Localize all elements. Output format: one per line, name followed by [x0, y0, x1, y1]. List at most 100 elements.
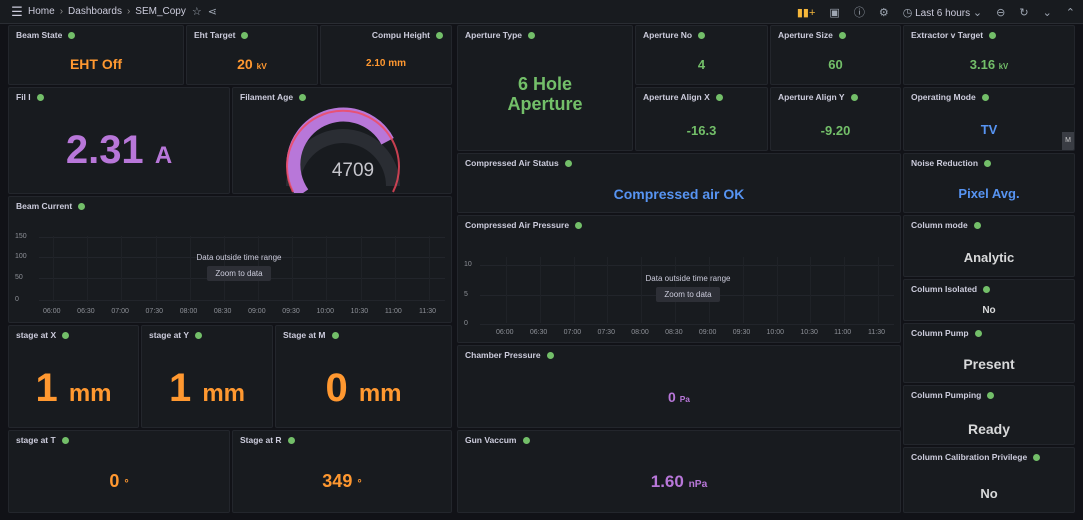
x-tick: 09:00 — [698, 329, 717, 336]
stat-value: Present — [963, 356, 1015, 372]
panel-aperture-align-x: Aperture Align X -16.3 — [635, 87, 768, 151]
share-icon[interactable]: ⋖ — [208, 5, 217, 18]
panel-compu-height: Compu Height 2.10 mm — [320, 25, 452, 85]
stat-value: 20 kV — [187, 56, 317, 72]
stat-value: 1.60 nPa — [458, 472, 900, 492]
refresh-icon[interactable]: ↻ — [1019, 6, 1028, 19]
stat-value: Analytic — [963, 250, 1015, 265]
panel-title: Fil I — [16, 92, 31, 102]
x-tick: 08:30 — [665, 329, 683, 336]
panel-title: Beam Current — [16, 201, 73, 211]
grid-line — [53, 236, 54, 302]
panel-compressed-air-status: Compressed Air Status Compressed air OK — [457, 153, 901, 213]
panel-stage-y: stage at Y 1 mm — [141, 325, 273, 428]
grid-line — [776, 257, 778, 323]
panel-stage-x: stage at X 1 mm — [8, 325, 139, 428]
status-dot — [241, 31, 249, 39]
status-dot — [287, 436, 295, 444]
panel-column-isolated: Column Isolated No — [903, 279, 1075, 321]
value-number: 20 — [237, 56, 253, 72]
panel-title: Compressed Air Pressure — [465, 220, 570, 230]
panel-title: Aperture Align X — [643, 92, 710, 102]
panel-column-calibration: Column Calibration Privilege No — [903, 447, 1075, 513]
status-dot — [195, 331, 203, 339]
y-tick: 100 — [15, 253, 27, 260]
value-unit: kV — [998, 62, 1009, 71]
grid-line — [394, 236, 396, 302]
stat-value: No — [980, 486, 998, 501]
panel-title: Noise Reduction — [911, 158, 979, 168]
breadcrumb-home[interactable]: Home — [28, 6, 55, 17]
y-tick: 0 — [464, 320, 468, 327]
y-tick: 5 — [464, 291, 468, 298]
stat-value: 349 ° — [233, 471, 451, 492]
x-tick: 09:30 — [732, 329, 751, 336]
panel-beam-state: Beam State EHT Off — [8, 25, 184, 85]
stat-value: No — [982, 305, 996, 316]
breadcrumb-dashboards[interactable]: Dashboards — [68, 6, 122, 17]
panel-fil-i: Fil I 2.31 A — [8, 87, 230, 194]
add-panel-icon[interactable]: ▮▮+ — [797, 6, 816, 19]
time-range-picker[interactable]: ◷ Last 6 hours ⌄ — [903, 6, 982, 19]
zoom-to-data-button[interactable]: Zoom to data — [207, 266, 271, 281]
status-dot — [78, 202, 86, 210]
value-unit: mm — [202, 380, 246, 407]
chevron-right-icon: › — [126, 6, 131, 17]
info-icon[interactable]: ⓘ — [854, 4, 865, 20]
value-unit: mm — [358, 380, 402, 407]
stat-value: Ready — [967, 421, 1011, 437]
grid-line — [878, 257, 879, 323]
panel-title: Aperture Type — [465, 30, 522, 40]
stat-value: 4 — [697, 57, 706, 72]
grid-line — [480, 265, 894, 266]
stat-value: 60 — [828, 57, 843, 72]
status-dot — [983, 285, 991, 293]
stat-value: 6 Hole Aperture — [507, 74, 583, 114]
side-drawer-handle[interactable]: M — [1062, 132, 1074, 150]
panel-title: Column Isolated — [911, 284, 978, 294]
chevron-down-icon[interactable]: ⌄ — [1043, 6, 1052, 19]
panel-title: Column Calibration Privilege — [911, 452, 1028, 462]
x-tick: 10:00 — [316, 308, 334, 315]
x-tick: 07:30 — [597, 329, 615, 336]
x-tick: 07:30 — [145, 308, 164, 315]
panel-extractor-target: Extractor v Target 3.16 kV — [903, 25, 1075, 85]
value-unit: kV — [256, 61, 267, 71]
y-tick: 50 — [15, 274, 23, 281]
stat-value: 0 mm — [276, 366, 451, 411]
panel-column-pumping: Column Pumping Ready — [903, 385, 1075, 445]
panel-title: Compressed Air Status — [465, 158, 559, 168]
status-dot — [698, 31, 706, 39]
value-unit: nPa — [688, 479, 708, 490]
x-tick: 08:00 — [179, 308, 198, 315]
zoom-to-data-button[interactable]: Zoom to data — [656, 287, 720, 302]
panel-title: stage at Y — [149, 330, 190, 340]
grid-line — [573, 257, 575, 323]
x-tick: 07:00 — [111, 308, 129, 315]
stat-value: EHT Off — [69, 56, 123, 72]
panel-eht-target: Eht Target 20 kV — [186, 25, 318, 85]
panel-title: Operating Mode — [911, 92, 976, 102]
gear-icon[interactable]: ⚙ — [879, 6, 889, 19]
star-icon[interactable]: ☆ — [192, 5, 202, 18]
status-dot — [974, 329, 982, 337]
x-tick: 11:30 — [419, 308, 436, 315]
zoom-out-icon[interactable]: ⊖ — [996, 6, 1005, 19]
panel-aperture-type: Aperture Type 6 Hole Aperture — [457, 25, 633, 151]
panel-operating-mode: Operating Mode TV M — [903, 87, 1075, 151]
breadcrumb-dashboard-name[interactable]: SEM_Copy — [135, 6, 186, 17]
grid-line — [155, 236, 157, 302]
status-dot — [299, 93, 307, 101]
status-dot — [838, 31, 846, 39]
save-icon[interactable]: ▣ — [829, 6, 839, 19]
panel-column-mode: Column mode Analytic — [903, 215, 1075, 277]
panel-gun-vaccum: Gun Vaccum 1.60 nPa — [457, 430, 901, 513]
stat-value: 2.31 A — [9, 128, 229, 173]
value-number: 1 — [35, 366, 58, 410]
x-tick: 09:00 — [248, 308, 266, 315]
status-dot — [987, 391, 995, 399]
menu-icon[interactable]: ☰ — [6, 4, 28, 20]
collapse-icon[interactable]: ⌃ — [1066, 6, 1075, 19]
panel-aperture-align-y: Aperture Align Y -9.20 — [770, 87, 901, 151]
stat-value: Compressed air OK — [613, 186, 745, 202]
